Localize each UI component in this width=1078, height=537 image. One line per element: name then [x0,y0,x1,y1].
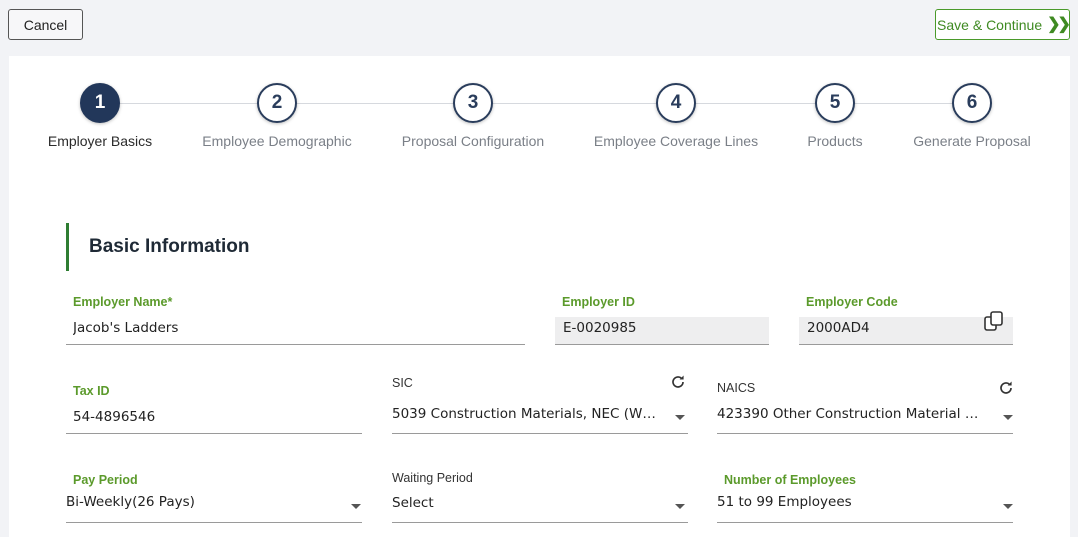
form-panel: 1 Employer Basics 2 Employee Demographic… [9,56,1070,537]
step-label: Employer Basics [47,133,153,149]
refresh-icon[interactable] [998,380,1014,396]
naics-value: 423390 Other Construction Material Merch… [717,406,982,422]
pay-period-value: Bi-Weekly(26 Pays) [66,494,195,510]
employer-id-label: Employer ID [562,295,635,309]
employer-name-value: Jacob's Ladders [73,320,179,336]
step-number-badge: 5 [815,83,855,123]
field-underline [799,344,1013,345]
step-number-badge: 4 [656,83,696,123]
tax-id-field[interactable]: Tax ID 54-4896546 [66,381,362,434]
caret-down-icon [675,504,685,509]
step-label: Employee Demographic [202,133,352,149]
step-number-badge: 6 [952,83,992,123]
number-of-employees-value: 51 to 99 Employees [717,494,852,510]
waiting-period-select[interactable]: Waiting Period Select [392,470,688,523]
sic-value: 5039 Construction Materials, NEC (Wholes… [392,406,657,422]
step-proposal-configuration[interactable]: 3 Proposal Configuration [383,83,563,149]
employer-id-value: E-0020985 [563,320,637,336]
step-employee-demographic[interactable]: 2 Employee Demographic [187,83,367,149]
field-underline [392,522,688,523]
step-label: Employee Coverage Lines [593,133,759,149]
step-number-badge: 1 [80,83,120,123]
field-underline [555,344,769,345]
save-continue-label: Save & Continue [937,16,1043,33]
pay-period-select[interactable]: Pay Period Bi-Weekly(26 Pays) [66,470,362,523]
field-underline [66,344,525,345]
employer-code-value: 2000AD4 [807,320,870,336]
number-of-employees-label: Number of Employees [724,473,856,487]
naics-select[interactable]: NAICS 423390 Other Construction Material… [717,374,1013,434]
field-underline [717,522,1013,523]
employer-id-field: Employer ID E-0020985 [555,292,769,345]
step-label: Proposal Configuration [401,133,545,149]
caret-down-icon [1003,504,1013,509]
employer-name-field[interactable]: Employer Name* Jacob's Ladders [66,292,525,345]
employer-name-label: Employer Name* [73,295,173,309]
caret-down-icon [1003,415,1013,420]
refresh-icon[interactable] [670,374,686,390]
naics-label: NAICS [717,381,756,395]
step-generate-proposal[interactable]: 6 Generate Proposal [882,83,1062,149]
field-underline [66,522,362,523]
waiting-period-label: Waiting Period [392,471,473,485]
section-title: Basic Information [89,236,250,257]
save-continue-button[interactable]: Save & Continue ❯❯ [935,9,1071,40]
step-number-badge: 3 [453,83,493,123]
caret-down-icon [351,504,361,509]
pay-period-label: Pay Period [73,473,138,487]
step-label: Generate Proposal [913,133,1031,149]
sic-select[interactable]: SIC 5039 Construction Materials, NEC (Wh… [392,374,688,434]
employer-code-label: Employer Code [806,295,898,309]
double-chevron-right-icon: ❯❯ [1047,15,1071,33]
field-underline [717,433,1013,434]
number-of-employees-select[interactable]: Number of Employees 51 to 99 Employees [717,470,1013,523]
waiting-period-value: Select [392,495,434,511]
sic-label: SIC [392,376,413,390]
copy-icon[interactable] [983,310,1005,332]
caret-down-icon [675,415,685,420]
tax-id-label: Tax ID [73,384,110,398]
step-employee-coverage-lines[interactable]: 4 Employee Coverage Lines [586,83,766,149]
progress-stepper: 1 Employer Basics 2 Employee Demographic… [9,56,1070,176]
field-underline [392,433,688,434]
step-employer-basics[interactable]: 1 Employer Basics [10,83,190,149]
tax-id-value: 54-4896546 [73,409,156,425]
employer-code-field: Employer Code 2000AD4 [799,292,1013,345]
step-number-badge: 2 [257,83,297,123]
cancel-button[interactable]: Cancel [8,9,83,40]
step-label: Products [807,133,863,149]
section-header: Basic Information [66,223,249,271]
field-underline [66,433,362,434]
